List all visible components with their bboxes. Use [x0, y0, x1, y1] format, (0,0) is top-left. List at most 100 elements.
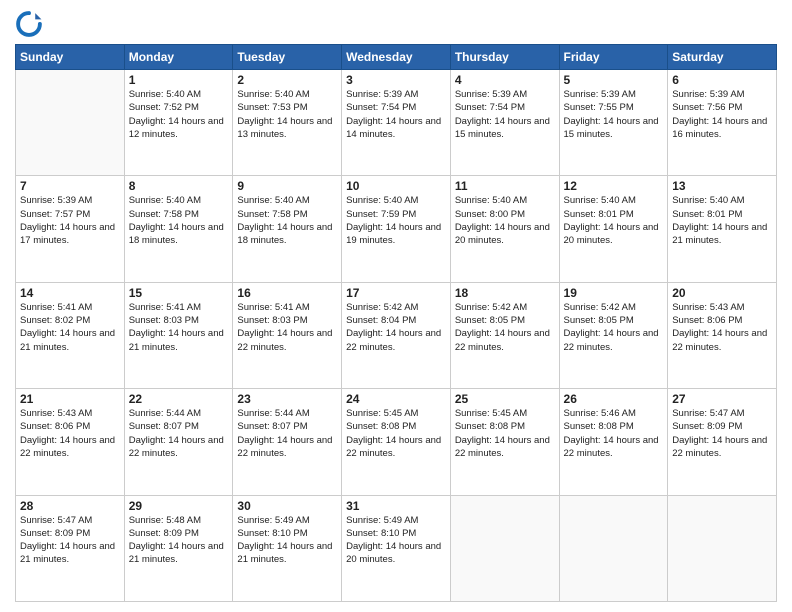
week-row-0: 1 Sunrise: 5:40 AM Sunset: 7:52 PM Dayli…	[16, 70, 777, 176]
day-number: 13	[672, 179, 772, 193]
daylight-text: Daylight: 14 hours and 21 minutes.	[672, 221, 772, 248]
day-number: 12	[564, 179, 664, 193]
calendar-cell: 3 Sunrise: 5:39 AM Sunset: 7:54 PM Dayli…	[342, 70, 451, 176]
sunset-text: Sunset: 7:58 PM	[237, 208, 337, 221]
daylight-text: Daylight: 14 hours and 22 minutes.	[672, 434, 772, 461]
sunrise-text: Sunrise: 5:41 AM	[237, 301, 337, 314]
sunrise-text: Sunrise: 5:43 AM	[672, 301, 772, 314]
day-number: 29	[129, 499, 229, 513]
calendar-cell: 24 Sunrise: 5:45 AM Sunset: 8:08 PM Dayl…	[342, 389, 451, 495]
daylight-text: Daylight: 14 hours and 22 minutes.	[129, 434, 229, 461]
sunrise-text: Sunrise: 5:39 AM	[20, 194, 120, 207]
day-number: 18	[455, 286, 555, 300]
day-info: Sunrise: 5:39 AM Sunset: 7:54 PM Dayligh…	[346, 88, 446, 141]
day-number: 22	[129, 392, 229, 406]
daylight-text: Daylight: 14 hours and 22 minutes.	[455, 434, 555, 461]
calendar-cell: 29 Sunrise: 5:48 AM Sunset: 8:09 PM Dayl…	[124, 495, 233, 601]
calendar-cell: 21 Sunrise: 5:43 AM Sunset: 8:06 PM Dayl…	[16, 389, 125, 495]
sunset-text: Sunset: 8:06 PM	[20, 420, 120, 433]
day-info: Sunrise: 5:42 AM Sunset: 8:04 PM Dayligh…	[346, 301, 446, 354]
daylight-text: Daylight: 14 hours and 22 minutes.	[346, 434, 446, 461]
sunrise-text: Sunrise: 5:41 AM	[129, 301, 229, 314]
sunrise-text: Sunrise: 5:40 AM	[672, 194, 772, 207]
day-info: Sunrise: 5:49 AM Sunset: 8:10 PM Dayligh…	[346, 514, 446, 567]
daylight-text: Daylight: 14 hours and 22 minutes.	[564, 327, 664, 354]
sunrise-text: Sunrise: 5:42 AM	[346, 301, 446, 314]
daylight-text: Daylight: 14 hours and 12 minutes.	[129, 115, 229, 142]
calendar-cell: 1 Sunrise: 5:40 AM Sunset: 7:52 PM Dayli…	[124, 70, 233, 176]
day-number: 3	[346, 73, 446, 87]
sunrise-text: Sunrise: 5:49 AM	[237, 514, 337, 527]
header	[15, 10, 777, 38]
daylight-text: Daylight: 14 hours and 21 minutes.	[20, 327, 120, 354]
calendar-cell	[16, 70, 125, 176]
calendar-cell: 13 Sunrise: 5:40 AM Sunset: 8:01 PM Dayl…	[668, 176, 777, 282]
sunrise-text: Sunrise: 5:44 AM	[237, 407, 337, 420]
daylight-text: Daylight: 14 hours and 20 minutes.	[346, 540, 446, 567]
day-info: Sunrise: 5:49 AM Sunset: 8:10 PM Dayligh…	[237, 514, 337, 567]
daylight-text: Daylight: 14 hours and 22 minutes.	[346, 327, 446, 354]
calendar-cell: 4 Sunrise: 5:39 AM Sunset: 7:54 PM Dayli…	[450, 70, 559, 176]
sunset-text: Sunset: 8:09 PM	[129, 527, 229, 540]
calendar-cell	[559, 495, 668, 601]
day-info: Sunrise: 5:41 AM Sunset: 8:03 PM Dayligh…	[237, 301, 337, 354]
sunset-text: Sunset: 8:09 PM	[20, 527, 120, 540]
calendar-cell: 27 Sunrise: 5:47 AM Sunset: 8:09 PM Dayl…	[668, 389, 777, 495]
sunrise-text: Sunrise: 5:39 AM	[455, 88, 555, 101]
weekday-header-saturday: Saturday	[668, 45, 777, 70]
calendar-cell: 5 Sunrise: 5:39 AM Sunset: 7:55 PM Dayli…	[559, 70, 668, 176]
day-number: 2	[237, 73, 337, 87]
daylight-text: Daylight: 14 hours and 15 minutes.	[564, 115, 664, 142]
calendar-cell: 12 Sunrise: 5:40 AM Sunset: 8:01 PM Dayl…	[559, 176, 668, 282]
day-info: Sunrise: 5:40 AM Sunset: 8:01 PM Dayligh…	[564, 194, 664, 247]
sunset-text: Sunset: 7:54 PM	[455, 101, 555, 114]
sunrise-text: Sunrise: 5:41 AM	[20, 301, 120, 314]
daylight-text: Daylight: 14 hours and 21 minutes.	[237, 540, 337, 567]
day-number: 10	[346, 179, 446, 193]
sunrise-text: Sunrise: 5:40 AM	[455, 194, 555, 207]
sunset-text: Sunset: 8:04 PM	[346, 314, 446, 327]
sunset-text: Sunset: 7:53 PM	[237, 101, 337, 114]
sunset-text: Sunset: 8:01 PM	[564, 208, 664, 221]
day-number: 26	[564, 392, 664, 406]
day-number: 8	[129, 179, 229, 193]
day-number: 19	[564, 286, 664, 300]
day-number: 9	[237, 179, 337, 193]
daylight-text: Daylight: 14 hours and 21 minutes.	[129, 540, 229, 567]
sunrise-text: Sunrise: 5:48 AM	[129, 514, 229, 527]
sunrise-text: Sunrise: 5:47 AM	[672, 407, 772, 420]
day-info: Sunrise: 5:43 AM Sunset: 8:06 PM Dayligh…	[20, 407, 120, 460]
calendar-cell	[450, 495, 559, 601]
sunrise-text: Sunrise: 5:47 AM	[20, 514, 120, 527]
sunrise-text: Sunrise: 5:44 AM	[129, 407, 229, 420]
day-number: 30	[237, 499, 337, 513]
calendar-cell: 22 Sunrise: 5:44 AM Sunset: 8:07 PM Dayl…	[124, 389, 233, 495]
day-info: Sunrise: 5:40 AM Sunset: 8:00 PM Dayligh…	[455, 194, 555, 247]
calendar: SundayMondayTuesdayWednesdayThursdayFrid…	[15, 44, 777, 602]
calendar-cell: 20 Sunrise: 5:43 AM Sunset: 8:06 PM Dayl…	[668, 282, 777, 388]
week-row-2: 14 Sunrise: 5:41 AM Sunset: 8:02 PM Dayl…	[16, 282, 777, 388]
day-info: Sunrise: 5:39 AM Sunset: 7:56 PM Dayligh…	[672, 88, 772, 141]
daylight-text: Daylight: 14 hours and 18 minutes.	[237, 221, 337, 248]
day-number: 31	[346, 499, 446, 513]
day-number: 1	[129, 73, 229, 87]
day-info: Sunrise: 5:45 AM Sunset: 8:08 PM Dayligh…	[455, 407, 555, 460]
sunset-text: Sunset: 8:08 PM	[564, 420, 664, 433]
calendar-cell: 10 Sunrise: 5:40 AM Sunset: 7:59 PM Dayl…	[342, 176, 451, 282]
sunset-text: Sunset: 8:02 PM	[20, 314, 120, 327]
week-row-4: 28 Sunrise: 5:47 AM Sunset: 8:09 PM Dayl…	[16, 495, 777, 601]
day-info: Sunrise: 5:39 AM Sunset: 7:57 PM Dayligh…	[20, 194, 120, 247]
weekday-header-wednesday: Wednesday	[342, 45, 451, 70]
day-number: 17	[346, 286, 446, 300]
calendar-cell: 19 Sunrise: 5:42 AM Sunset: 8:05 PM Dayl…	[559, 282, 668, 388]
calendar-cell: 9 Sunrise: 5:40 AM Sunset: 7:58 PM Dayli…	[233, 176, 342, 282]
sunrise-text: Sunrise: 5:42 AM	[564, 301, 664, 314]
calendar-cell: 2 Sunrise: 5:40 AM Sunset: 7:53 PM Dayli…	[233, 70, 342, 176]
sunset-text: Sunset: 7:56 PM	[672, 101, 772, 114]
weekday-header-row: SundayMondayTuesdayWednesdayThursdayFrid…	[16, 45, 777, 70]
calendar-cell	[668, 495, 777, 601]
sunset-text: Sunset: 8:03 PM	[237, 314, 337, 327]
day-info: Sunrise: 5:44 AM Sunset: 8:07 PM Dayligh…	[237, 407, 337, 460]
day-number: 25	[455, 392, 555, 406]
sunrise-text: Sunrise: 5:40 AM	[237, 194, 337, 207]
